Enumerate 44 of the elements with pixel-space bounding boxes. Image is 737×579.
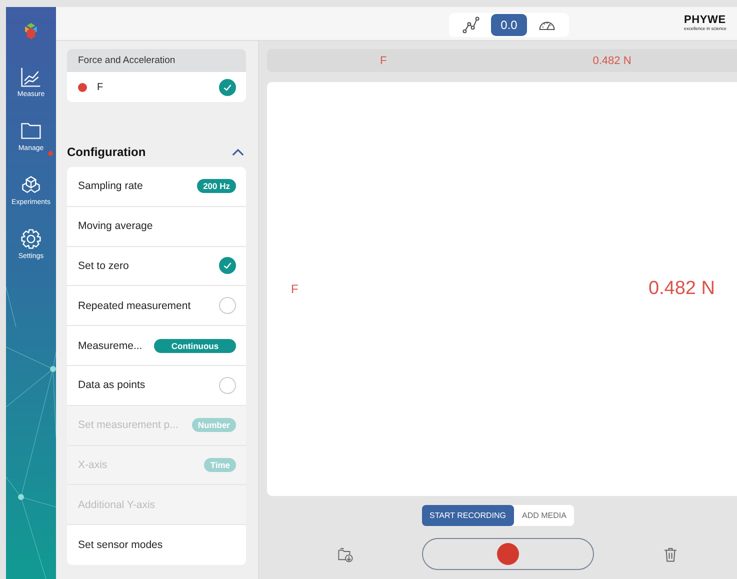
settings-row[interactable]: Repeated measurement [67, 286, 246, 326]
cubes-icon [20, 174, 42, 196]
channel-reading: 0.482 N [648, 278, 715, 300]
checkbox[interactable] [219, 376, 236, 394]
channel-name: F [97, 82, 104, 92]
brand-logo: PHYWE [684, 15, 727, 26]
tab[interactable]: ADD MEDIA [514, 505, 574, 526]
line-chart-icon [20, 66, 42, 88]
setting-label: Set measurement p... [78, 419, 178, 432]
setting-label: Set sensor modes [78, 539, 163, 552]
tab[interactable]: START RECORDING [422, 505, 514, 526]
value-badge: Time [204, 458, 236, 472]
settings-row[interactable]: Set to zero [67, 246, 246, 286]
folder-icon [20, 120, 42, 142]
setting-label: Measureme... [78, 340, 142, 352]
folder-download-icon[interactable] [337, 546, 354, 562]
setting-label: X-axis [78, 458, 108, 471]
chevron-icon[interactable] [232, 148, 244, 156]
trash-icon[interactable] [662, 546, 679, 562]
line-graph-icon [462, 16, 480, 34]
checkbox[interactable] [219, 257, 236, 274]
checkbox[interactable] [219, 297, 236, 314]
channel-reading: 0.482 N [592, 54, 632, 66]
section-title: Configuration [67, 145, 146, 159]
setting-label: Additional Y-axis [78, 498, 156, 511]
channel-name: F [291, 282, 298, 296]
settings-row[interactable]: Measureme... Continuous [67, 326, 246, 366]
view-switch-button[interactable]: 0.0 [491, 14, 527, 36]
settings-icon [20, 228, 42, 250]
record-button[interactable] [422, 538, 594, 570]
settings-row[interactable]: Moving average [67, 206, 246, 247]
value-badge: Continuous [154, 338, 236, 353]
setting-label: Set to zero [78, 260, 129, 272]
settings-row[interactable]: Set sensor modes [67, 525, 246, 565]
channel-name: F [380, 54, 387, 66]
setting-label: Repeated measurement [78, 300, 191, 312]
setting-label: Sampling rate [78, 180, 143, 192]
value-badge: Number [192, 418, 236, 432]
value-badge: 200 Hz [197, 179, 236, 194]
setting-label: Moving average [78, 220, 153, 232]
sensor-title: Force and Acceleration [67, 49, 246, 72]
checkbox[interactable] [219, 78, 236, 96]
setting-label: Data as points [78, 379, 146, 392]
settings-row[interactable]: Sampling rate 200 Hz [67, 167, 246, 207]
